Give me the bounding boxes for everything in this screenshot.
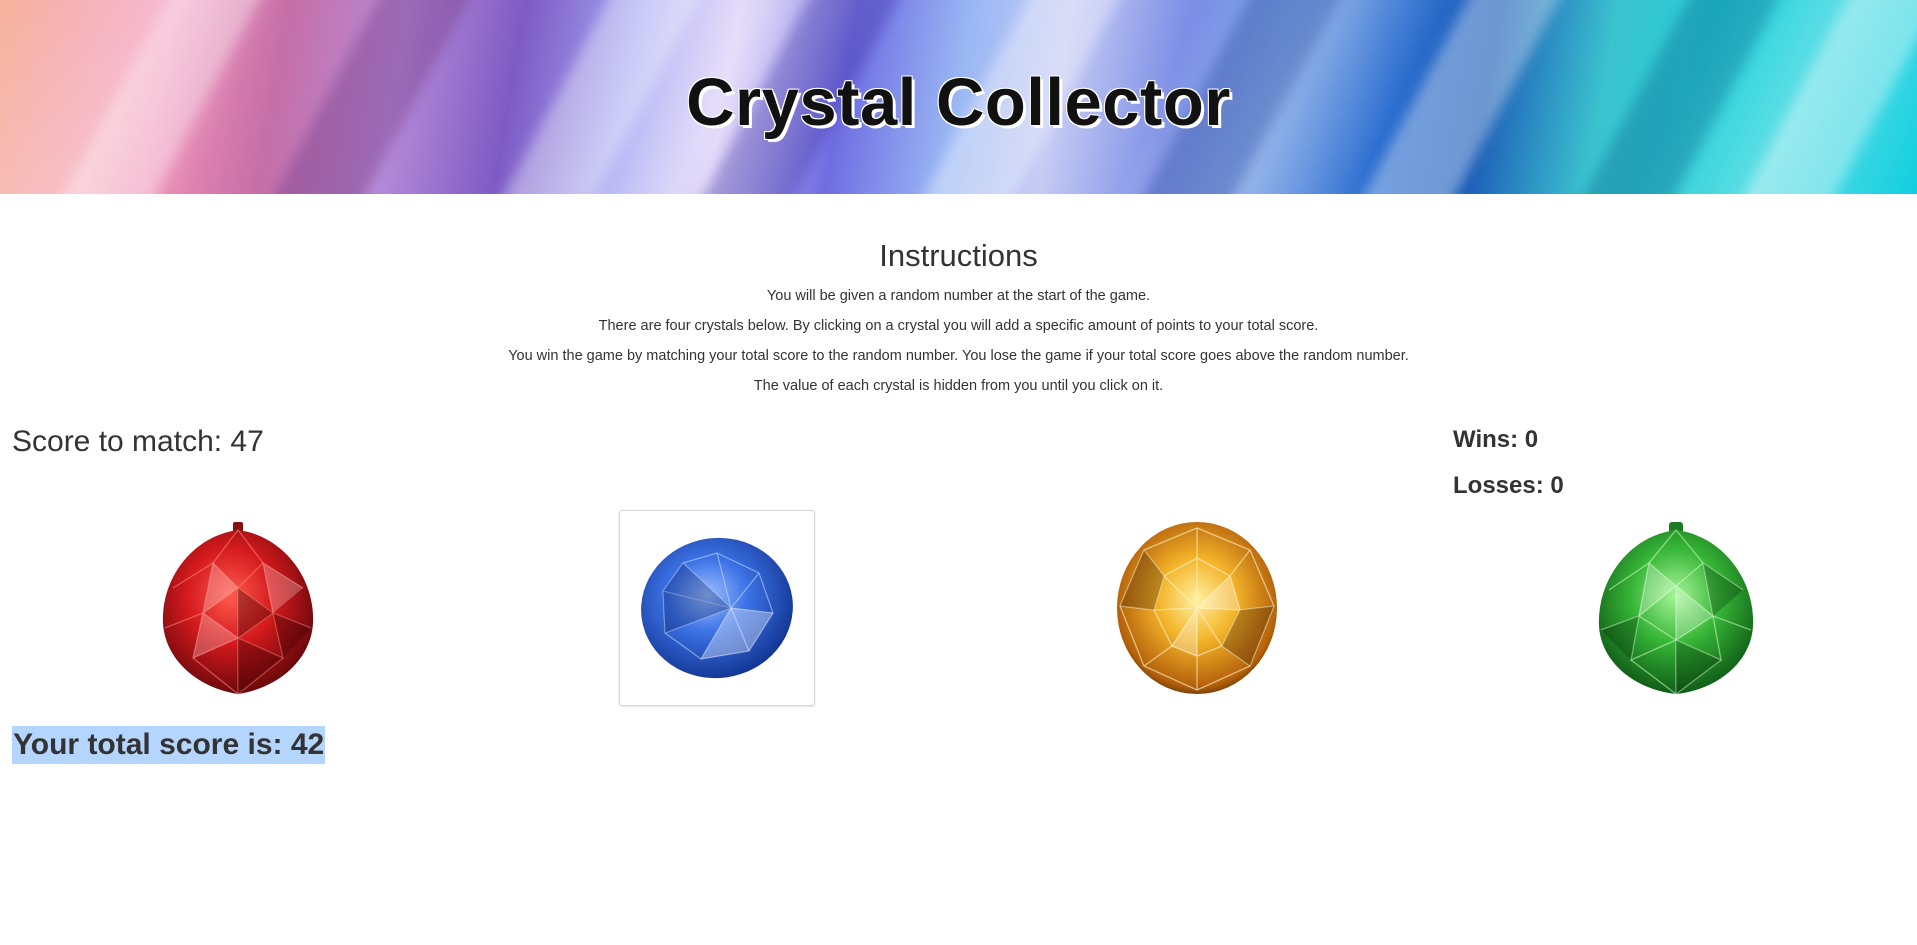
- blue-crystal-button[interactable]: [619, 510, 815, 706]
- losses-counter: Losses: 0: [1453, 472, 1564, 499]
- green-crystal-button[interactable]: [1578, 510, 1774, 706]
- header-banner: Crystal Collector: [0, 0, 1917, 194]
- instruction-line: You win the game by matching your total …: [508, 348, 1409, 364]
- instruction-line: The value of each crystal is hidden from…: [753, 378, 1164, 394]
- page-title: Crystal Collector: [686, 65, 1231, 140]
- instruction-line: There are four crystals below. By clicki…: [598, 318, 1319, 334]
- red-crystal-button[interactable]: [140, 510, 336, 706]
- red-crystal-icon: [162, 522, 314, 695]
- instruction-line: You will be given a random number at the…: [766, 288, 1151, 304]
- green-crystal-icon: [1598, 522, 1754, 695]
- yellow-crystal-icon: [1117, 522, 1277, 694]
- wins-counter: Wins: 0: [1453, 426, 1539, 453]
- instructions-section: Instructions You will be given a random …: [0, 238, 1917, 401]
- score-to-match: Score to match: 47: [12, 425, 264, 458]
- instructions-heading: Instructions: [879, 238, 1038, 273]
- yellow-crystal-button[interactable]: [1099, 510, 1295, 706]
- blue-crystal-icon: [641, 537, 793, 679]
- game-page: Crystal Collector Instructions You will …: [0, 0, 1917, 945]
- total-score: Your total score is: 42: [12, 726, 326, 764]
